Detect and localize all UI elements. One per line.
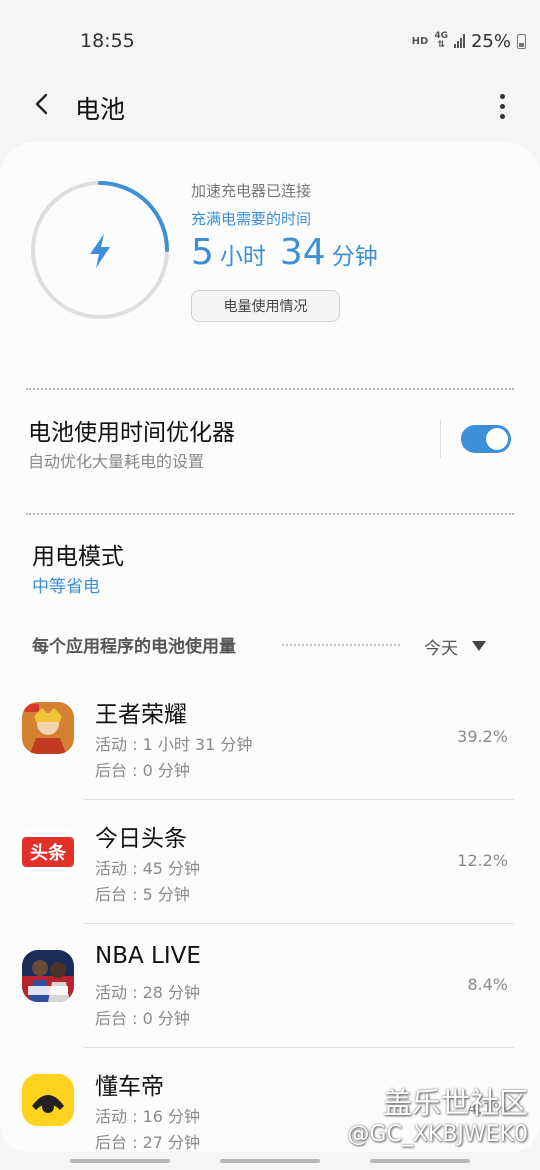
optimizer-subtitle: 自动优化大量耗电的设置 xyxy=(28,452,205,471)
honor-of-kings-icon xyxy=(22,702,74,754)
battery-usage-button[interactable]: 电量使用情况 xyxy=(191,290,340,322)
power-mode-title: 用电模式 xyxy=(32,544,124,570)
battery-percent: 25% xyxy=(470,30,511,52)
row-divider xyxy=(84,799,514,800)
charge-hours-unit: 小时 xyxy=(219,244,266,270)
app-usage-header: 每个应用程序的电池使用量 xyxy=(32,637,236,657)
battery-icon xyxy=(517,33,526,49)
header-dots xyxy=(282,644,400,646)
divider xyxy=(26,513,514,515)
app-active-time: 活动 : 16 分钟 xyxy=(95,1107,201,1126)
dongchedi-icon xyxy=(22,1074,74,1126)
app-usage-row[interactable]: 王者荣耀 活动 : 1 小时 31 分钟 后台 : 0 分钟 39.2% xyxy=(0,677,540,801)
battery-card: 加速充电器已连接 充满电需要的时间 5 小时 34 分钟 电量使用情况 电池使用… xyxy=(0,142,540,1152)
back-button[interactable] xyxy=(24,84,60,124)
page-title: 电池 xyxy=(75,95,126,124)
period-dropdown[interactable]: 今天 xyxy=(424,632,504,660)
watermark-handle: @GC_XKBJWEK0 xyxy=(347,1122,528,1147)
app-usage-percent: 39.2% xyxy=(457,727,508,746)
more-options-button[interactable] xyxy=(490,86,514,126)
charge-time-label: 充满电需要的时间 xyxy=(191,210,312,228)
optimizer-title: 电池使用时间优化器 xyxy=(28,420,235,446)
app-usage-row[interactable]: NBA LIVE 活动 : 28 分钟 后台 : 0 分钟 8.4% xyxy=(0,925,540,1049)
toggle-knob xyxy=(486,428,508,450)
app-background-time: 后台 : 27 分钟 xyxy=(95,1133,201,1152)
app-active-time: 活动 : 1 小时 31 分钟 xyxy=(95,735,253,754)
status-icons: HD 4G ⇅ 25% xyxy=(412,30,526,52)
toutiao-icon-text: 头条 xyxy=(22,837,74,867)
signal-icon xyxy=(453,34,465,48)
network-indicator: 4G ⇅ xyxy=(434,31,448,50)
row-divider xyxy=(84,923,514,924)
charge-minutes-unit: 分钟 xyxy=(331,244,378,270)
status-bar: 18:55 HD 4G ⇅ 25% xyxy=(0,0,540,80)
app-name: NBA LIVE xyxy=(95,943,201,969)
charge-time-value: 5 小时 34 分钟 xyxy=(191,232,378,273)
app-background-time: 后台 : 0 分钟 xyxy=(95,1009,190,1028)
app-name: 懂车帝 xyxy=(95,1074,164,1100)
app-bar: 电池 xyxy=(0,78,540,134)
nba-live-icon xyxy=(22,950,74,1002)
navigation-bar xyxy=(0,1152,540,1170)
toutiao-icon: 头条 xyxy=(22,826,74,878)
divider xyxy=(26,388,514,390)
home-button[interactable] xyxy=(220,1159,320,1163)
app-usage-percent: 12.2% xyxy=(457,851,508,870)
app-usage-row[interactable]: 头条 今日头条 活动 : 45 分钟 后台 : 5 分钟 12.2% xyxy=(0,801,540,925)
row-divider xyxy=(84,1047,514,1048)
bolt-icon xyxy=(90,234,110,268)
app-name: 王者荣耀 xyxy=(95,702,187,728)
battery-gauge xyxy=(31,181,169,319)
power-mode-value: 中等省电 xyxy=(32,577,100,597)
app-background-time: 后台 : 5 分钟 xyxy=(95,885,190,904)
watermark-title: 盖乐世社区 xyxy=(382,1086,528,1120)
recents-button[interactable] xyxy=(70,1159,170,1163)
period-label: 今天 xyxy=(424,638,458,659)
app-name: 今日头条 xyxy=(95,826,187,852)
more-vertical-icon xyxy=(499,93,505,99)
vertical-divider xyxy=(440,420,441,458)
power-mode-item[interactable]: 用电模式 中等省电 xyxy=(0,527,540,597)
charge-minutes: 34 xyxy=(279,232,326,273)
chevron-left-icon xyxy=(35,93,48,115)
app-background-time: 后台 : 0 分钟 xyxy=(95,761,190,780)
app-active-time: 活动 : 45 分钟 xyxy=(95,859,201,878)
optimizer-toggle[interactable] xyxy=(461,425,511,453)
dropdown-arrow-icon xyxy=(472,641,486,651)
back-nav-button[interactable] xyxy=(370,1159,470,1163)
hd-indicator: HD xyxy=(411,35,429,47)
charge-hours: 5 xyxy=(191,232,214,273)
app-usage-percent: 8.4% xyxy=(467,975,508,994)
app-active-time: 活动 : 28 分钟 xyxy=(95,983,201,1002)
status-time: 18:55 xyxy=(80,30,135,52)
charger-status: 加速充电器已连接 xyxy=(191,182,312,200)
